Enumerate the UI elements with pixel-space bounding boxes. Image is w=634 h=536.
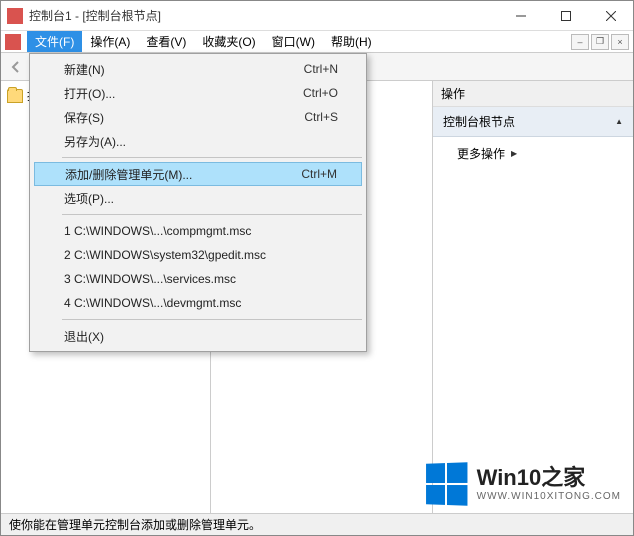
- menu-exit[interactable]: 退出(X): [32, 324, 364, 348]
- actions-more-label: 更多操作: [457, 145, 505, 162]
- menu-item-label: 1 C:\WINDOWS\...\compmgmt.msc: [64, 224, 338, 238]
- menu-item-label: 另存为(A)...: [64, 133, 338, 150]
- menubar: 文件(F) 操作(A) 查看(V) 收藏夹(O) 窗口(W) 帮助(H) – ❐…: [1, 31, 633, 53]
- menu-save[interactable]: 保存(S) Ctrl+S: [32, 105, 364, 129]
- actions-more[interactable]: 更多操作 ▶: [433, 137, 633, 170]
- actions-section[interactable]: 控制台根节点 ▲: [433, 107, 633, 137]
- menu-favorites[interactable]: 收藏夹(O): [194, 31, 263, 52]
- menu-recent-1[interactable]: 1 C:\WINDOWS\...\compmgmt.msc: [32, 219, 364, 243]
- menu-item-label: 3 C:\WINDOWS\...\services.msc: [64, 272, 338, 286]
- minimize-button[interactable]: [498, 1, 543, 31]
- titlebar: 控制台1 - [控制台根节点]: [1, 1, 633, 31]
- menu-item-label: 打开(O)...: [64, 85, 303, 102]
- app-icon: [7, 8, 23, 24]
- menu-item-label: 新建(N): [64, 61, 304, 78]
- collapse-icon: ▲: [615, 117, 623, 126]
- actions-section-label: 控制台根节点: [443, 113, 515, 130]
- mdi-minimize-button[interactable]: –: [571, 34, 589, 50]
- menu-item-label: 保存(S): [64, 109, 304, 126]
- menu-label: 文件(F): [35, 33, 74, 50]
- menu-add-remove-snapin[interactable]: 添加/删除管理单元(M)... Ctrl+M: [34, 162, 362, 186]
- menu-options[interactable]: 选项(P)...: [32, 186, 364, 210]
- mdi-restore-button[interactable]: ❐: [591, 34, 609, 50]
- menu-recent-4[interactable]: 4 C:\WINDOWS\...\devmgmt.msc: [32, 291, 364, 315]
- menu-separator: [62, 214, 362, 215]
- menu-item-label: 选项(P)...: [64, 190, 338, 207]
- mdi-app-icon: [5, 34, 21, 50]
- file-menu-dropdown: 新建(N) Ctrl+N 打开(O)... Ctrl+O 保存(S) Ctrl+…: [29, 53, 367, 352]
- actions-header: 操作: [433, 81, 633, 107]
- menu-item-shortcut: Ctrl+N: [304, 62, 338, 76]
- menu-file[interactable]: 文件(F): [27, 31, 82, 52]
- menu-item-label: 退出(X): [64, 328, 338, 345]
- statusbar: 使你能在管理单元控制台添加或删除管理单元。: [1, 513, 633, 535]
- menu-item-label: 添加/删除管理单元(M)...: [65, 166, 301, 183]
- window-title: 控制台1 - [控制台根节点]: [29, 7, 498, 24]
- menu-action[interactable]: 操作(A): [82, 31, 138, 52]
- menu-item-shortcut: Ctrl+O: [303, 86, 338, 100]
- menu-item-label: 4 C:\WINDOWS\...\devmgmt.msc: [64, 296, 338, 310]
- menu-save-as[interactable]: 另存为(A)...: [32, 129, 364, 153]
- menu-item-shortcut: Ctrl+M: [301, 167, 337, 181]
- close-button[interactable]: [588, 1, 633, 31]
- menu-label: 查看(V): [146, 33, 186, 50]
- folder-icon: [7, 89, 23, 103]
- mdi-close-button[interactable]: ×: [611, 34, 629, 50]
- menu-item-label: 2 C:\WINDOWS\system32\gpedit.msc: [64, 248, 338, 262]
- chevron-right-icon: ▶: [511, 149, 517, 158]
- menu-separator: [62, 157, 362, 158]
- menu-item-shortcut: Ctrl+S: [304, 110, 338, 124]
- menu-label: 操作(A): [90, 33, 130, 50]
- window-controls: [498, 1, 633, 30]
- menu-view[interactable]: 查看(V): [138, 31, 194, 52]
- mdi-controls: – ❐ ×: [571, 31, 633, 52]
- menu-window[interactable]: 窗口(W): [264, 31, 323, 52]
- maximize-button[interactable]: [543, 1, 588, 31]
- menu-new[interactable]: 新建(N) Ctrl+N: [32, 57, 364, 81]
- menu-label: 窗口(W): [272, 33, 315, 50]
- menu-help[interactable]: 帮助(H): [323, 31, 380, 52]
- menu-recent-3[interactable]: 3 C:\WINDOWS\...\services.msc: [32, 267, 364, 291]
- menu-open[interactable]: 打开(O)... Ctrl+O: [32, 81, 364, 105]
- back-button[interactable]: [5, 56, 27, 78]
- menu-label: 收藏夹(O): [202, 33, 255, 50]
- menu-separator: [62, 319, 362, 320]
- menu-label: 帮助(H): [331, 33, 372, 50]
- menu-recent-2[interactable]: 2 C:\WINDOWS\system32\gpedit.msc: [32, 243, 364, 267]
- actions-pane: 操作 控制台根节点 ▲ 更多操作 ▶: [433, 81, 633, 513]
- statusbar-text: 使你能在管理单元控制台添加或删除管理单元。: [9, 516, 261, 533]
